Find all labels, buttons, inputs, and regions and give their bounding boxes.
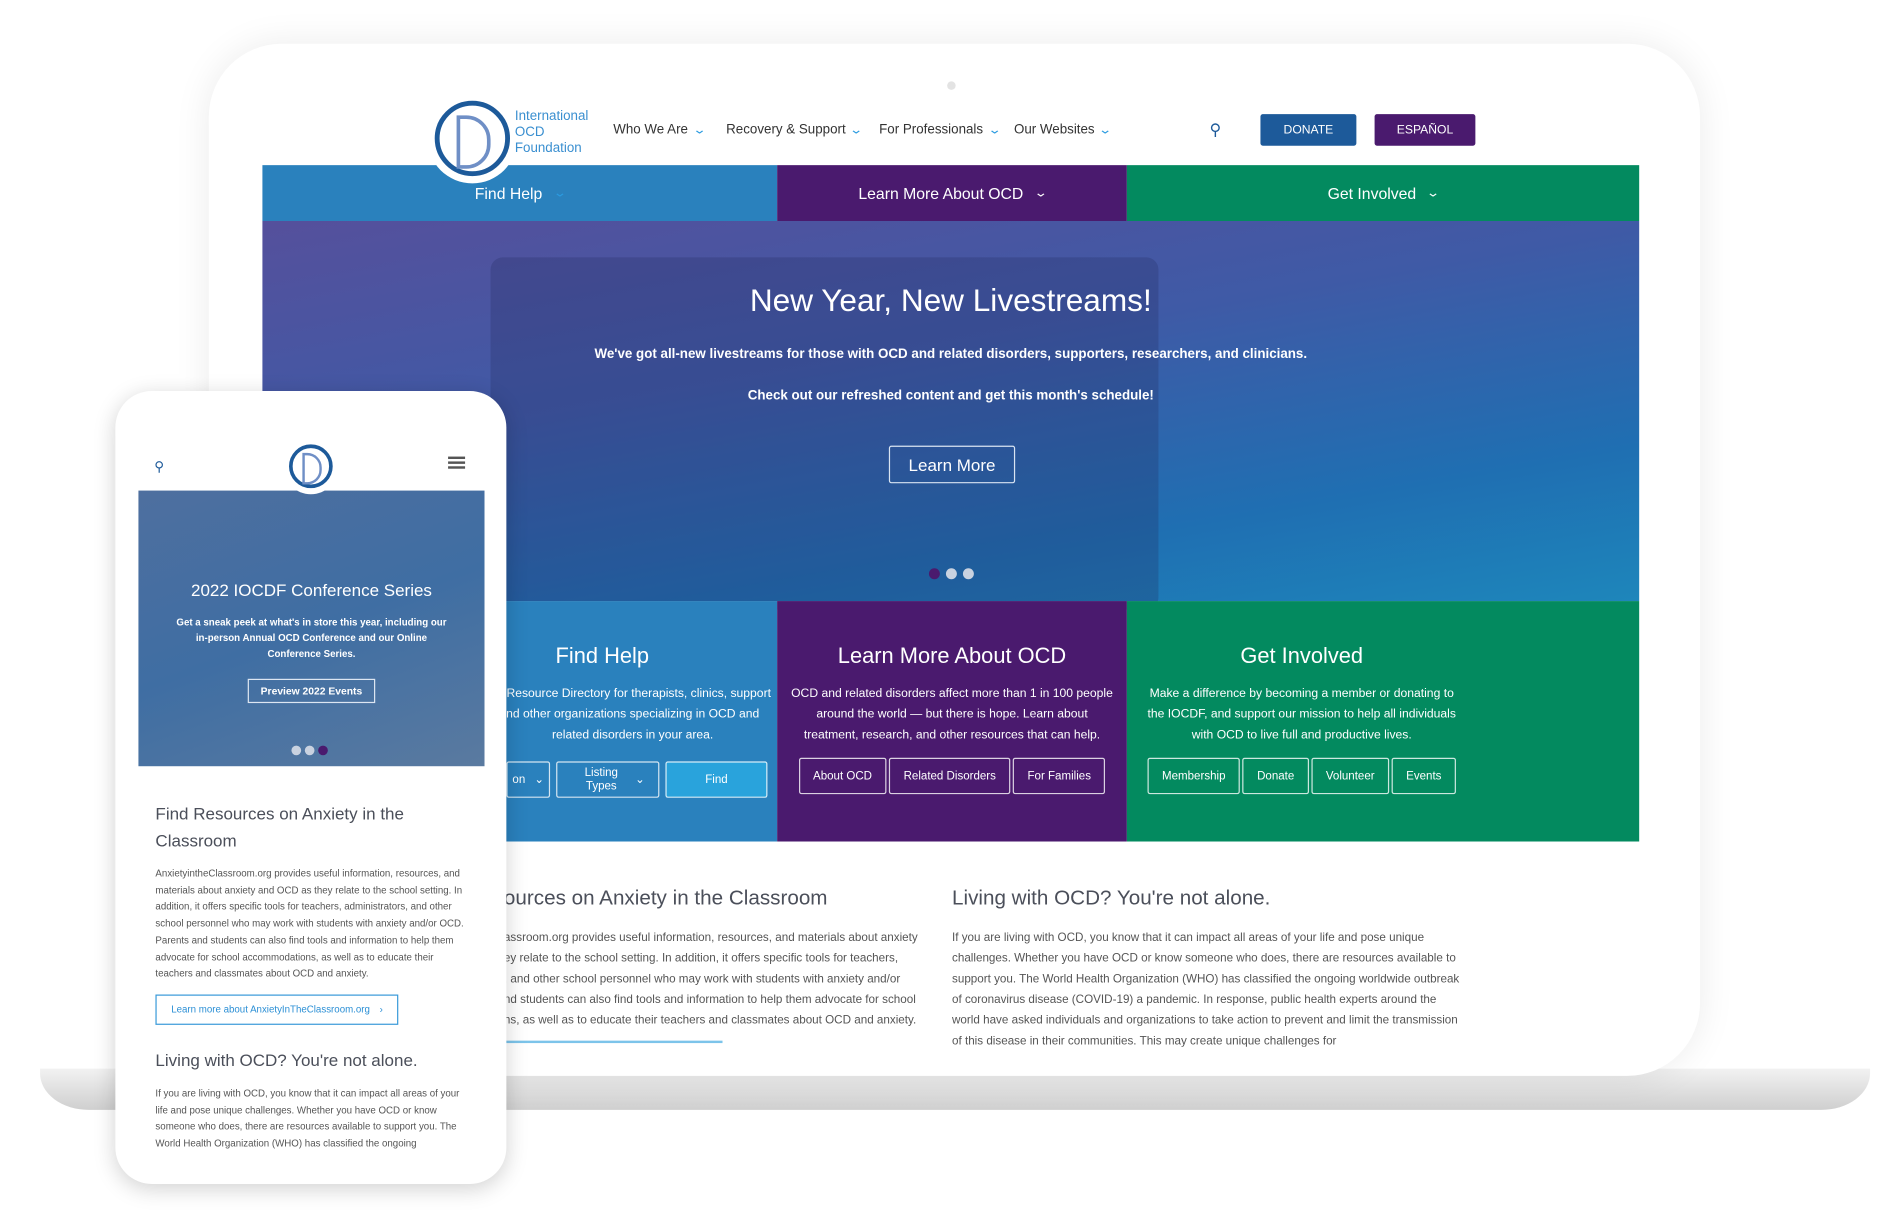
link-underline[interactable] (503, 1040, 723, 1044)
section-line: , and other school personnel who may wor… (503, 972, 901, 987)
mobile-anxiety-section: Find Resources on Anxiety in the Classro… (155, 800, 471, 1152)
chevron-down-icon: ⌄ (1426, 186, 1441, 200)
chevron-down-icon: ⌄ (552, 186, 567, 200)
hamburger-menu-icon[interactable] (448, 456, 466, 469)
hero-line-1: We've got all-new livestreams for those … (594, 347, 1308, 362)
chevron-down-icon: ⌄ (987, 123, 1002, 137)
search-icon[interactable]: ⚲ (1209, 120, 1221, 139)
tab-get-involved[interactable]: Get Involved ⌄ (1126, 165, 1640, 222)
nav-label: Recovery & Support (726, 122, 846, 138)
get-involved-card: Get Involved Make a difference by becomi… (1126, 601, 1640, 842)
find-button[interactable]: Find (665, 761, 768, 798)
section-title: Living with OCD? You're not alone. (952, 886, 1271, 910)
section-text: If you are living with OCD, you know tha… (155, 1087, 460, 1149)
carousel-dot[interactable] (945, 568, 957, 580)
tab-label: Get Involved (1327, 183, 1417, 203)
living-section: Living with OCD? You're not alone. If yo… (952, 886, 1462, 1046)
learn-more-card: Learn More About OCD OCD and related dis… (777, 601, 1127, 842)
card-line: related disorders in your area. (551, 728, 714, 742)
mobile-site: ⚲ 2022 IOCDF Conference Series Get a sne… (115, 391, 507, 1184)
learn-more-button[interactable]: Learn More (888, 445, 1016, 484)
section-title: ources on Anxiety in the Classroom (503, 886, 828, 910)
card-text: OCD and related disorders affect more th… (791, 687, 1113, 742)
mobile-hero-title: 2022 IOCDF Conference Series (190, 580, 432, 600)
related-disorders-button[interactable]: Related Disorders (889, 757, 1011, 795)
section-line: ns, as well as to educate their teachers… (503, 1013, 917, 1028)
section-line: assroom.org provides useful information,… (503, 931, 918, 945)
chevron-right-icon: › (379, 1004, 383, 1016)
tab-find-help[interactable]: Find Help ⌄ (262, 165, 778, 222)
anxiety-section: ources on Anxiety in the Classroom assro… (503, 886, 944, 1044)
chevron-down-icon: ⌄ (1033, 186, 1048, 200)
select-value: Listing Types (584, 766, 618, 793)
select-value: on (512, 772, 526, 787)
nav-label: For Professionals (879, 122, 984, 138)
chevron-down-icon: ⌄ (1098, 123, 1113, 137)
link-label: Learn more about AnxietyInTheClassroom.o… (171, 1004, 370, 1016)
nav-recovery-support[interactable]: Recovery & Support ⌄ (726, 122, 864, 138)
tab-label: Learn More About OCD (858, 183, 1024, 203)
card-text: Make a difference by becoming a member o… (1147, 687, 1456, 742)
card-line: nd other organizations specializing in O… (506, 707, 760, 722)
carousel-dot-active[interactable] (318, 745, 328, 756)
mobile-hero-text: Get a sneak peek at what's in store this… (176, 616, 447, 660)
logo-text: International OCD Foundation (515, 109, 589, 156)
iocdf-logo[interactable] (289, 444, 333, 489)
chevron-down-icon: ⌄ (691, 123, 707, 137)
section-text: AnxietyintheClassroom.org provides usefu… (155, 868, 464, 979)
listing-types-select[interactable]: Listing Types ⌄ (556, 761, 660, 798)
nav-label: Our Websites (1013, 122, 1095, 138)
card-title: Learn More About OCD (837, 643, 1067, 668)
location-select[interactable]: on ⌄ (506, 761, 551, 798)
chevron-down-icon: ⌄ (849, 123, 864, 137)
section-text: If you are living with OCD, you know tha… (952, 931, 1460, 1047)
anxiety-classroom-link[interactable]: Learn more about AnxietyInTheClassroom.o… (155, 994, 399, 1025)
section-title: Living with OCD? You're not alone. (155, 1050, 418, 1070)
nav-who-we-are[interactable]: Who We Are ⌄ (613, 122, 707, 138)
chevron-down-icon: ⌄ (534, 772, 545, 787)
donate-button[interactable]: DONATE (1260, 114, 1357, 146)
iocdf-logo[interactable] (434, 100, 511, 177)
logo-line: OCD (514, 125, 545, 140)
tab-label: Find Help (474, 183, 543, 203)
mobile-hero: 2022 IOCDF Conference Series Get a sneak… (138, 490, 485, 767)
about-ocd-button[interactable]: About OCD (798, 757, 887, 795)
carousel-dot[interactable] (291, 745, 302, 756)
logo-line: International (514, 109, 589, 124)
carousel-dot[interactable] (962, 568, 974, 580)
hero-title: New Year, New Livestreams! (749, 281, 1152, 319)
card-text: Resource Directory for therapists, clini… (493, 684, 772, 746)
nav-label: Who We Are (613, 122, 688, 138)
carousel-dot-active[interactable] (928, 568, 940, 580)
card-title: Get Involved (1240, 643, 1364, 668)
section-title: Find Resources on Anxiety in the Classro… (155, 803, 404, 851)
laptop-camera (947, 81, 956, 90)
chevron-down-icon: ⌄ (635, 772, 645, 787)
donate-card-button[interactable]: Donate (1242, 757, 1309, 795)
search-icon[interactable]: ⚲ (154, 459, 164, 475)
logo-line: Foundation (514, 140, 582, 156)
carousel-dot[interactable] (304, 745, 315, 756)
events-button[interactable]: Events (1391, 757, 1457, 795)
volunteer-button[interactable]: Volunteer (1311, 757, 1390, 795)
preview-events-button[interactable]: Preview 2022 Events (247, 678, 376, 704)
for-families-button[interactable]: For Families (1012, 757, 1106, 795)
espanol-button[interactable]: ESPAÑOL (1374, 114, 1476, 146)
card-line: Resource Directory for therapists, clini… (506, 687, 771, 701)
membership-button[interactable]: Membership (1147, 757, 1241, 795)
section-text: assroom.org provides useful information,… (504, 928, 944, 1031)
nav-our-websites[interactable]: Our Websites ⌄ (1013, 122, 1113, 138)
tab-learn-more[interactable]: Learn More About OCD ⌄ (777, 165, 1127, 222)
section-line: ey relate to the school setting. In addi… (503, 952, 899, 966)
section-line: nd students can also find tools and info… (503, 993, 916, 1007)
nav-for-professionals[interactable]: For Professionals ⌄ (879, 122, 1002, 138)
